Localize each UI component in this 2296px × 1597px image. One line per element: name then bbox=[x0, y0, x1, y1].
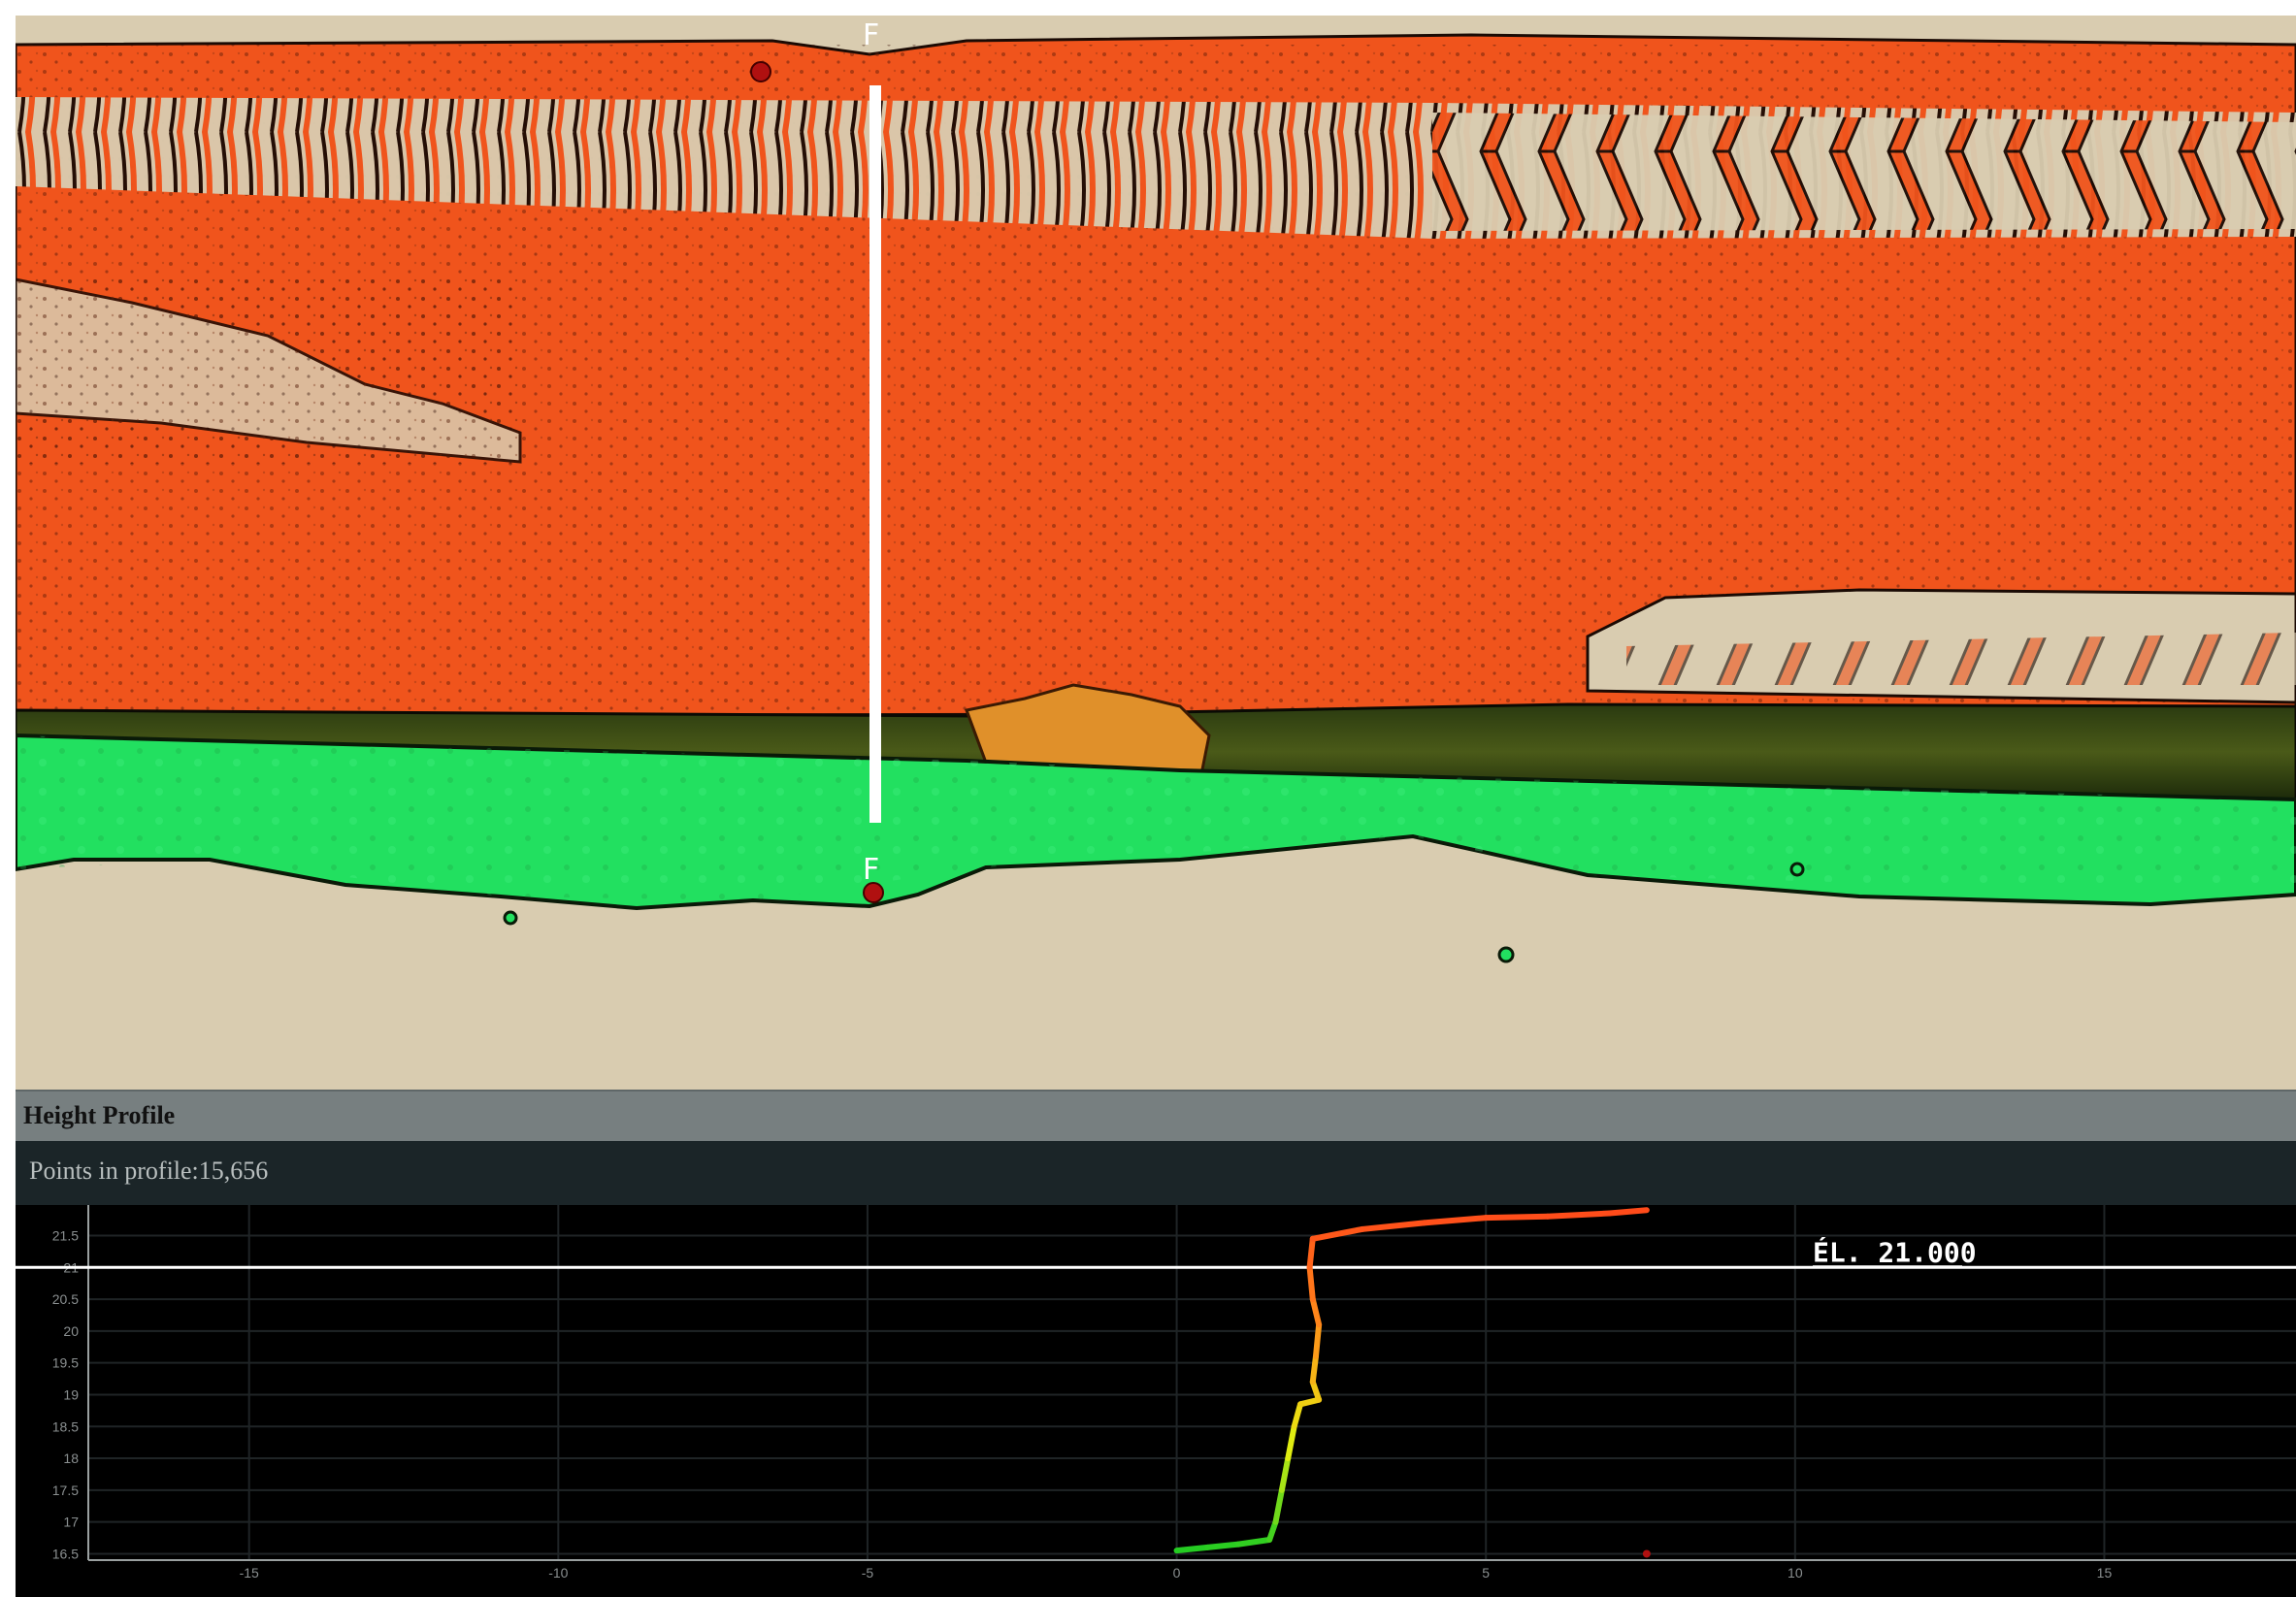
profile-segment bbox=[1312, 1321, 1323, 1360]
profile-segment bbox=[1291, 1401, 1304, 1430]
x-tick-label: -5 bbox=[862, 1565, 874, 1581]
profile-segment bbox=[1235, 1537, 1273, 1548]
height-profile-plot[interactable]: -15 -10 -5 0 5 10 15 16.5 17 17.5 18 18.5 19 19.5 20 20… bbox=[16, 1205, 2296, 1597]
y-tick-label: 18.5 bbox=[52, 1418, 79, 1434]
profile-info-bar: Points in profile:15,656 bbox=[16, 1141, 2296, 1205]
profile-chart: -15 -10 -5 0 5 10 15 16.5 17 17.5 18 18.5 19 19.5 20 20… bbox=[16, 1205, 2296, 1581]
profile-segment bbox=[1359, 1220, 1427, 1232]
x-tick-label: 0 bbox=[1173, 1565, 1181, 1581]
x-tick-label: 10 bbox=[1788, 1565, 1803, 1581]
profile-outlier-point bbox=[1642, 1549, 1651, 1558]
profile-segment bbox=[1606, 1207, 1650, 1217]
profile-segment bbox=[1309, 1225, 1365, 1242]
x-tick-label: -15 bbox=[240, 1565, 259, 1581]
y-tick-label: 18 bbox=[63, 1450, 79, 1466]
y-tick-label: 17 bbox=[63, 1515, 79, 1530]
profile-title: Height Profile bbox=[23, 1101, 176, 1129]
point-cloud-scene bbox=[16, 33, 2296, 963]
y-tick-label: 16.5 bbox=[52, 1546, 79, 1561]
profile-segment bbox=[1309, 1296, 1323, 1328]
y-tick-label: 20 bbox=[63, 1323, 79, 1339]
profile-segment bbox=[1204, 1541, 1242, 1550]
y-tick-label: 17.5 bbox=[52, 1483, 79, 1498]
profile-segment bbox=[1421, 1215, 1490, 1226]
profile-segment bbox=[1544, 1210, 1613, 1220]
app-root: F F Height Profile Points in profile:15,… bbox=[0, 0, 2296, 1597]
profile-segment bbox=[1272, 1486, 1285, 1525]
y-tick-label: 20.5 bbox=[52, 1291, 79, 1307]
point-cloud-viewport[interactable]: F F bbox=[16, 16, 2296, 1090]
y-tick-label: 19.5 bbox=[52, 1355, 79, 1371]
height-profile-header: Height Profile bbox=[16, 1090, 2296, 1141]
points-in-profile: Points in profile:15,656 bbox=[29, 1157, 269, 1185]
x-tick-label: 5 bbox=[1482, 1565, 1490, 1581]
elevation-label: ÉL. 21.000 bbox=[1813, 1235, 1977, 1268]
profile-segment bbox=[1278, 1455, 1292, 1493]
profile-segment bbox=[1285, 1423, 1297, 1462]
profile-segment bbox=[1306, 1235, 1316, 1271]
profile-segment bbox=[1309, 1353, 1319, 1385]
y-tick-label: 21.5 bbox=[52, 1227, 79, 1243]
profile-segment bbox=[1306, 1264, 1316, 1303]
section-marker-top: F bbox=[863, 18, 880, 52]
x-tick-label: 15 bbox=[2097, 1565, 2113, 1581]
x-tick-label: -10 bbox=[548, 1565, 568, 1581]
y-tick-label: 19 bbox=[63, 1386, 79, 1402]
section-line bbox=[869, 85, 881, 823]
profile-segment bbox=[1483, 1213, 1551, 1222]
section-marker-bottom: F bbox=[863, 853, 880, 887]
profile-segment bbox=[1173, 1544, 1211, 1554]
